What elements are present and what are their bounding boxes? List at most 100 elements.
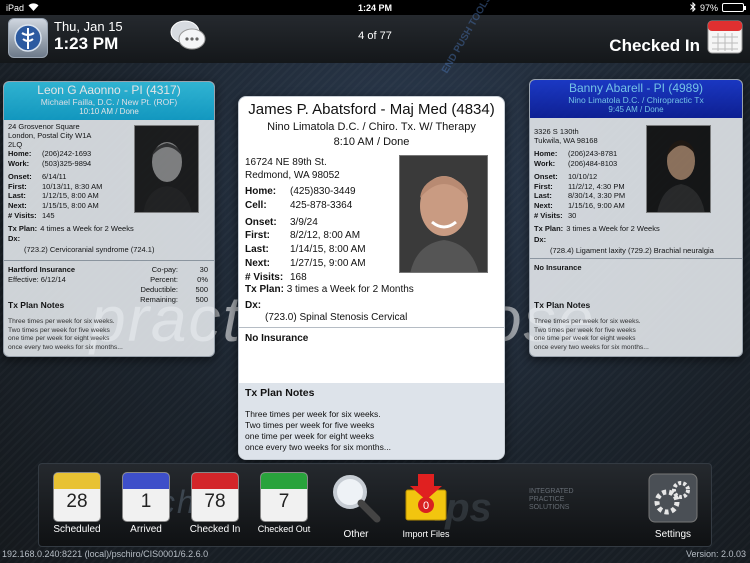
note-line: one time per week for eight weeks <box>8 335 110 343</box>
detail-label: First: <box>245 230 270 242</box>
detail-row: First: 8/2/12, 8:00 AM <box>245 229 366 243</box>
insurance-labels: Co-pay: Percent: Deductible: Remaining: <box>122 265 178 305</box>
insurance-section: Hartford Insurance Effective: 6/12/14 Co… <box>4 260 214 320</box>
tx-plan: Tx Plan: 3 times a Week for 2 Months <box>245 284 414 296</box>
arrived-calendar-icon: 1 <box>122 472 170 522</box>
appointment-time: 8:10 AM / Done <box>333 136 410 148</box>
detail-row: Next: 1/27/15, 9:00 AM <box>245 257 366 271</box>
diagnosis: Dx: (723.0) Spinal Stenosis Cervical <box>245 300 407 324</box>
patient-photo <box>134 125 199 213</box>
card-header: Leon G Aaonno - PI (4317) Michael Failla… <box>4 82 214 120</box>
dx-label: Dx: <box>245 300 262 311</box>
tx-plan: Tx Plan: 4 times a Week for 2 Weeks <box>8 224 134 234</box>
provider-visit: Nino Limatola D.C. / Chiropractic Tx <box>568 95 704 105</box>
dx-label: Dx: <box>8 234 21 243</box>
detail-row: Cell: 425-878-3364 <box>245 199 366 213</box>
note-line: once every two weeks for six months... <box>245 442 391 452</box>
import-files-button[interactable]: 0 Import Files <box>394 472 458 539</box>
detail-row: Next: 1/15/15, 8:00 AM <box>8 201 102 211</box>
diagnosis: Dx: <box>8 234 23 244</box>
detail-value: 3/9/24 <box>290 216 318 228</box>
gear-icon <box>648 473 698 523</box>
dx-value: (723.0) Spinal Stenosis Cervical <box>265 312 408 323</box>
detail-row: Last: 8/30/14, 3:30 PM <box>534 191 625 201</box>
detail-value: 10/10/12 <box>568 172 598 182</box>
patient-details: Home: (425)830-3449 Cell: 425-878-3364 Ons… <box>245 185 366 285</box>
checked-out-button[interactable]: 7 Checked Out <box>252 472 316 534</box>
ins-label: Percent: <box>150 275 178 284</box>
detail-value: 8/30/14, 3:30 PM <box>568 191 626 201</box>
detail-row: Home: (206)242-1693 <box>8 149 102 159</box>
card-header: Banny Abarell - PI (4989) Nino Limatola … <box>530 80 742 118</box>
detail-row: # Visits: 30 <box>534 211 625 221</box>
detail-value: 1/27/15, 9:00 AM <box>290 257 366 269</box>
tx-plan-notes: Three times per week for six weeks. Two … <box>245 409 391 453</box>
tx-plan-label: Tx Plan: <box>8 224 38 233</box>
app-logo[interactable] <box>8 18 48 58</box>
detail-value: 6/14/11 <box>42 172 67 182</box>
message-button[interactable] <box>167 17 209 55</box>
ins-label: Remaining: <box>140 295 178 304</box>
tx-plan-value: 3 times a Week for 2 Weeks <box>566 224 660 233</box>
appointment-time: 9:45 AM / Done <box>608 105 664 114</box>
patient-details: Home: (206)242-1693 Work: (503)325-9894 On… <box>8 149 102 220</box>
address-line: Redmond, WA 98052 <box>245 169 340 181</box>
detail-label: # Visits: <box>245 271 284 283</box>
detail-label: # Visits: <box>534 210 563 220</box>
arrived-label: Arrived <box>130 524 162 535</box>
patient-card-previous[interactable]: Leon G Aaonno - PI (4317) Michael Failla… <box>3 81 215 357</box>
import-count: 0 <box>423 500 429 512</box>
view-title: Checked In <box>609 36 700 55</box>
status-time: 1:24 PM <box>357 2 392 13</box>
address-line: 2LQ <box>8 140 23 149</box>
ins-value: 500 <box>195 295 208 304</box>
address-line: 3326 S 130th <box>534 127 579 136</box>
arrived-button[interactable]: 1 Arrived <box>114 472 178 535</box>
detail-label: Last: <box>245 244 269 256</box>
tile-cap <box>192 473 238 489</box>
detail-value: 1/15/16, 9:00 AM <box>568 200 625 210</box>
folder-download-icon: 0 <box>405 474 447 521</box>
other-search-button[interactable]: Other <box>324 472 388 540</box>
detail-value: 1/14/15, 8:00 AM <box>290 244 366 256</box>
settings-button[interactable]: Settings <box>641 472 705 540</box>
tx-plan: Tx Plan: 3 times a Week for 2 Weeks <box>534 224 660 234</box>
detail-row: Work: (206)484-8103 <box>534 159 625 169</box>
checked-in-button[interactable]: 78 Checked In <box>183 472 247 535</box>
checked-out-count: 7 <box>278 491 290 512</box>
scheduled-button[interactable]: 28 Scheduled <box>45 472 109 535</box>
calendar-button[interactable] <box>706 17 744 55</box>
insurance-effective: Effective: 6/12/14 <box>8 275 66 284</box>
detail-row: Last: 1/12/15, 8:00 AM <box>8 191 102 201</box>
notes-title: Tx Plan Notes <box>534 300 591 310</box>
tagline-line: PRACTICE <box>529 496 565 503</box>
detail-label: # Visits: <box>8 210 37 220</box>
scheduled-calendar-icon: 28 <box>53 472 101 522</box>
card-body: 3326 S 130th Tukwila, WA 98168 Home: (206… <box>530 118 742 356</box>
detail-row: First: 11/2/12, 4:30 PM <box>534 182 625 192</box>
detail-row: # Visits: 168 <box>245 271 366 285</box>
tx-plan-notes-section: Tx Plan Notes Three times per week for s… <box>239 383 504 459</box>
detail-value: 1/15/15, 8:00 AM <box>42 200 99 210</box>
tx-plan-notes: Three times per week for six weeks. Two … <box>534 318 649 352</box>
header-time: 1:23 PM <box>54 34 119 53</box>
patient-name: Leon G Aaonno - PI (4317) <box>37 83 181 97</box>
notes-title: Tx Plan Notes <box>8 300 65 310</box>
detail-value: 30 <box>568 210 577 220</box>
detail-label: Work: <box>534 158 556 168</box>
diagnosis: Dx: <box>534 235 549 245</box>
chat-bubble-icon <box>170 20 206 50</box>
battery-percent: 97% <box>699 2 718 13</box>
caduceus-icon <box>14 24 42 52</box>
patient-card-current[interactable]: James P. Abatsford - Maj Med (4834) Nino… <box>238 96 505 460</box>
detail-label: First: <box>534 181 553 191</box>
detail-label: Last: <box>534 191 552 201</box>
detail-label: Home: <box>245 186 277 197</box>
calendar-icon <box>707 20 743 54</box>
detail-row: First: 10/13/11, 8:30 AM <box>8 182 102 192</box>
address-line: London, Postal City W1A <box>8 131 92 140</box>
detail-value: (206)242-1693 <box>42 149 92 158</box>
patient-card-next[interactable]: Banny Abarell - PI (4989) Nino Limatola … <box>529 79 743 357</box>
detail-label: Cell: <box>245 199 267 211</box>
settings-label: Settings <box>654 529 692 540</box>
